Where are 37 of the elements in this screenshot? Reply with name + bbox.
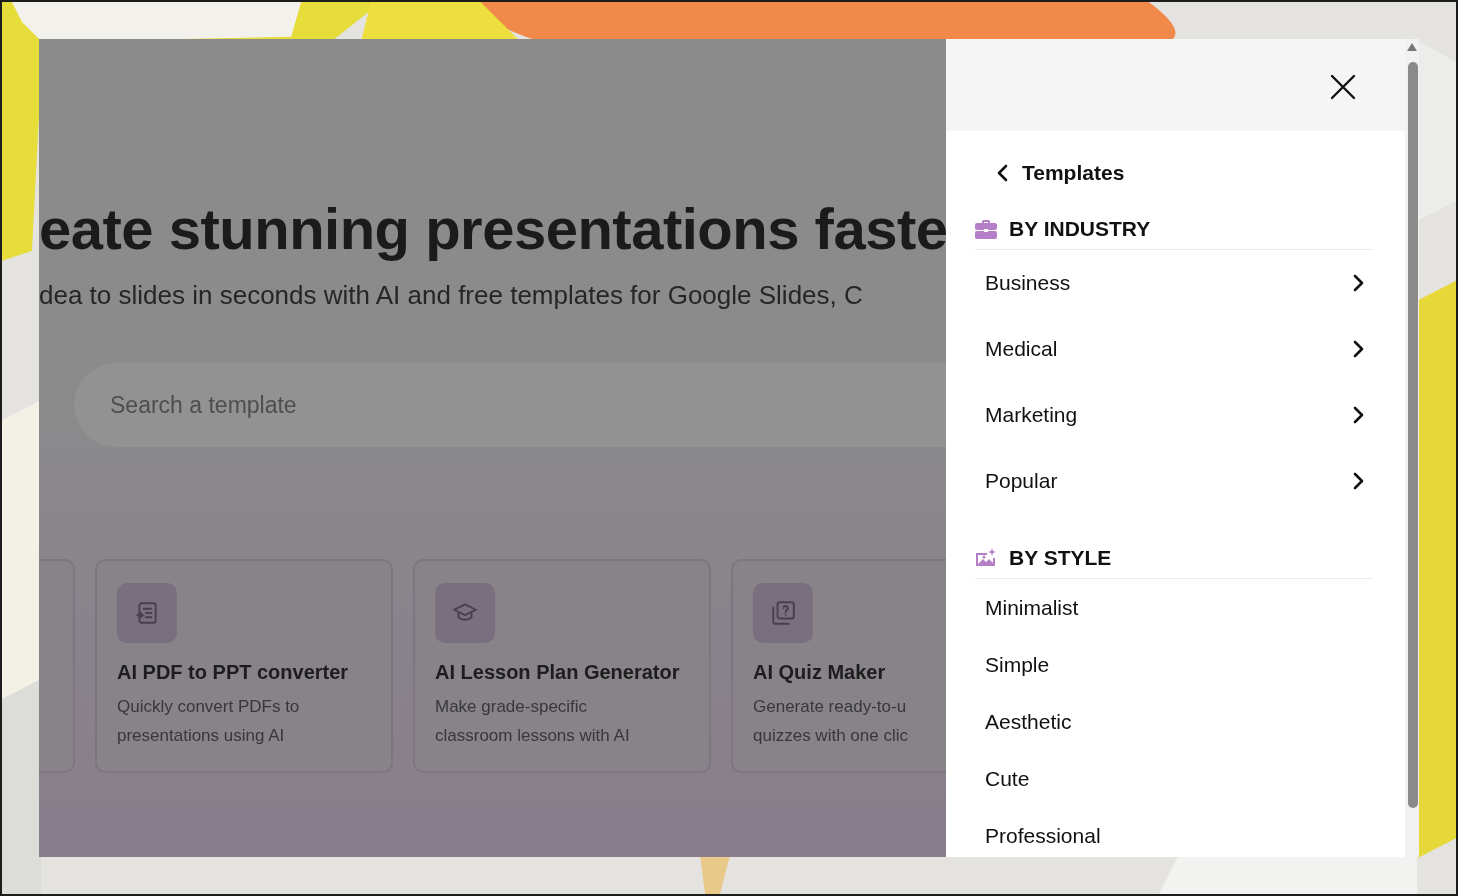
question-pages-icon: [770, 600, 796, 627]
close-button[interactable]: [1329, 73, 1357, 101]
card-title: AI Lesson Plan Generator: [435, 661, 681, 685]
chevron-right-icon: [1351, 339, 1365, 359]
chevron-left-icon: [996, 164, 1010, 182]
menu-item[interactable]: Simple: [975, 636, 1373, 693]
chevron-right-icon: [1351, 471, 1365, 491]
image-sparkle-icon: [975, 548, 997, 568]
menu-item[interactable]: Minimalist: [975, 579, 1373, 636]
chevron-right-icon: [1351, 405, 1365, 425]
menu-item[interactable]: Business: [975, 250, 1373, 316]
scrollbar-thumb[interactable]: [1408, 62, 1418, 808]
back-button[interactable]: Templates: [996, 161, 1125, 185]
search-field[interactable]: Search a template: [74, 363, 946, 448]
menu-item[interactable]: Medical: [975, 316, 1373, 382]
briefcase-icon: [975, 219, 997, 239]
menu-item[interactable]: Professional: [975, 807, 1373, 857]
card-description: Make grade-specific classroom lessons with AI: [435, 696, 631, 748]
section-heading: BY STYLE: [1009, 546, 1112, 570]
menu-item[interactable]: Marketing: [975, 382, 1373, 448]
section-heading: BY INDUSTRY: [1009, 217, 1151, 241]
tool-card[interactable]: AI Lesson Plan Generator Make grade-specific classroom lessons with AI: [413, 559, 711, 774]
page-subtitle: dea to slides in seconds with AI and free templates for Google Slides, C: [39, 280, 864, 312]
tool-card[interactable]: AI PDF to PPT converter Quickly convert PDFs to presentations using AI: [95, 559, 393, 774]
menu-item[interactable]: Aesthetic: [975, 693, 1373, 750]
chevron-right-icon: [1351, 273, 1365, 293]
card-title: AI Quiz Maker: [753, 661, 887, 685]
card-title: AI PDF to PPT converter: [117, 661, 350, 685]
tool-card[interactable]: AI Quiz Maker Generate ready-to-u quizzes with one clic: [731, 559, 946, 774]
card-description: Generate ready-to-u quizzes with one clic: [753, 696, 909, 748]
document-icon: [134, 600, 160, 627]
menu-item[interactable]: Popular: [975, 448, 1373, 514]
scrollbar[interactable]: [1405, 39, 1419, 857]
scroll-up-icon[interactable]: [1407, 43, 1417, 51]
menu-item[interactable]: Cute: [975, 750, 1373, 807]
page-headline: eate stunning presentations faste: [39, 195, 946, 263]
card-description: Quickly convert PDFs to presentations using AI: [117, 696, 301, 748]
